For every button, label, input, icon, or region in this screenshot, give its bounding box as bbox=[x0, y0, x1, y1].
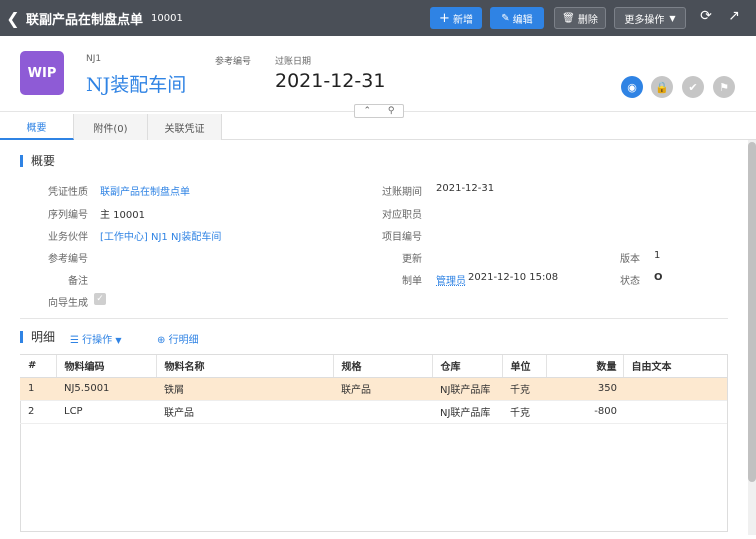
row-ops-menu[interactable]: ☰ 行操作 ▼ bbox=[70, 331, 122, 346]
back-icon[interactable]: ❮ bbox=[0, 9, 26, 28]
section-divider bbox=[20, 318, 728, 319]
post-date-label: 过账日期 bbox=[275, 57, 312, 67]
cell-free-text bbox=[623, 377, 727, 401]
more-actions-label: 更多操作 bbox=[624, 14, 665, 26]
wizard-checkbox: ✓ bbox=[94, 293, 106, 305]
row-detail-button[interactable]: ⊕ 行明细 bbox=[157, 331, 199, 346]
doc-number: 10001 bbox=[151, 12, 183, 24]
cell-free-text bbox=[623, 400, 727, 424]
cell-unit: 千克 bbox=[502, 377, 546, 401]
cell-spec: 联产品 bbox=[333, 377, 432, 401]
cell-spec bbox=[333, 400, 432, 424]
partner-value[interactable]: [工作中心] NJ1 NJ装配车间 bbox=[100, 228, 221, 243]
refresh-icon[interactable]: ⟳ bbox=[696, 8, 716, 28]
cell-item-name: 铁屑 bbox=[156, 377, 333, 401]
caret-down-icon: ▼ bbox=[669, 13, 676, 23]
maker-label: 制单 bbox=[402, 276, 422, 287]
serial-label: 序列编号 bbox=[48, 210, 88, 221]
cell-index: 1 bbox=[20, 377, 56, 401]
table-row[interactable]: 2 LCP 联产品 NJ联产品库 千克 -800 bbox=[20, 400, 727, 424]
ref-no-field-label: 参考编号 bbox=[48, 254, 88, 265]
cell-index: 2 bbox=[20, 400, 56, 424]
open-external-icon[interactable]: ↗ bbox=[724, 8, 744, 28]
check-icon[interactable]: ✔ bbox=[682, 76, 704, 98]
more-actions-button[interactable]: 更多操作 ▼ bbox=[614, 7, 686, 29]
lock-icon[interactable]: 🔒 bbox=[651, 76, 673, 98]
header-code: NJ1 bbox=[86, 54, 102, 64]
flag-icon[interactable]: ⚑ bbox=[713, 76, 735, 98]
plus-icon: + bbox=[439, 10, 450, 26]
tab-attachments[interactable]: 附件(0) bbox=[74, 114, 148, 140]
serial-value: 主 10001 bbox=[100, 210, 145, 221]
tab-summary[interactable]: 概要 bbox=[0, 114, 74, 140]
avatar: WIP bbox=[20, 51, 64, 95]
note-label: 备注 bbox=[68, 276, 88, 287]
period-value: 2021-12-31 bbox=[436, 183, 495, 194]
maker-value[interactable]: 管理员 bbox=[436, 272, 466, 287]
summary-section-title: 概要 bbox=[20, 155, 55, 167]
delete-button[interactable]: 🗑 删除 bbox=[554, 7, 606, 29]
col-item-code[interactable]: 物料编码 bbox=[56, 355, 157, 378]
zoom-in-icon: ⊕ bbox=[157, 335, 166, 346]
voucher-type-label: 凭证性质 bbox=[48, 187, 88, 198]
project-label: 项目编号 bbox=[382, 232, 422, 243]
voucher-type-value[interactable]: 联副产品在制盘点单 bbox=[100, 183, 190, 198]
detail-section-title: 明细 bbox=[20, 331, 55, 343]
top-bar: ❮ 联副产品在制盘点单 10001 + 新增 ✎ 编辑 🗑 删除 更多操作 ▼ … bbox=[0, 0, 756, 36]
col-warehouse[interactable]: 仓库 bbox=[432, 355, 503, 378]
row-ops-label: 行操作 bbox=[82, 335, 113, 346]
cell-warehouse: NJ联产品库 bbox=[432, 377, 502, 401]
delete-button-label: 删除 bbox=[577, 14, 598, 26]
cell-quantity: -800 bbox=[546, 400, 623, 424]
cell-unit: 千克 bbox=[502, 400, 546, 424]
detail-table: # 物料编码 物料名称 规格 仓库 单位 数量 自由文本 1 NJ5.5001 … bbox=[20, 355, 727, 424]
new-button[interactable]: + 新增 bbox=[430, 7, 482, 29]
col-unit[interactable]: 单位 bbox=[502, 355, 547, 378]
tab-bar: 概要 附件(0) 关联凭证 bbox=[0, 114, 756, 140]
new-button-label: 新增 bbox=[452, 14, 473, 26]
trash-icon: 🗑 bbox=[562, 12, 575, 24]
col-spec[interactable]: 规格 bbox=[333, 355, 433, 378]
cell-item-code[interactable]: NJ5.5001 bbox=[56, 377, 156, 401]
version-value: 1 bbox=[654, 250, 661, 261]
cell-warehouse: NJ联产品库 bbox=[432, 400, 502, 424]
row-detail-label: 行明细 bbox=[168, 335, 199, 346]
edit-button-label: 编辑 bbox=[512, 14, 533, 26]
version-label: 版本 bbox=[620, 254, 640, 265]
period-label: 过账期间 bbox=[382, 187, 422, 198]
page-title: 联副产品在制盘点单 bbox=[26, 12, 144, 28]
tab-related-vouchers[interactable]: 关联凭证 bbox=[148, 114, 222, 140]
partner-label: 业务伙伴 bbox=[48, 232, 88, 243]
col-free-text[interactable]: 自由文本 bbox=[623, 355, 727, 378]
post-date-value: 2021-12-31 bbox=[275, 70, 386, 92]
col-index[interactable]: # bbox=[20, 355, 57, 378]
wizard-label: 向导生成 bbox=[48, 298, 88, 309]
cell-item-code[interactable]: LCP bbox=[56, 400, 156, 424]
document-header: WIP NJ1 NJ装配车间 参考编号 过账日期 2021-12-31 ◉ 🔒 … bbox=[0, 36, 756, 114]
cell-item-name: 联产品 bbox=[156, 400, 333, 424]
col-item-name[interactable]: 物料名称 bbox=[156, 355, 334, 378]
list-icon: ☰ bbox=[70, 335, 79, 346]
update-label: 更新 bbox=[402, 254, 422, 265]
status-label: 状态 bbox=[620, 276, 640, 287]
ref-no-label: 参考编号 bbox=[215, 57, 252, 67]
cell-quantity: 350 bbox=[546, 377, 623, 401]
edit-button[interactable]: ✎ 编辑 bbox=[490, 7, 544, 29]
status-open-icon[interactable]: ◉ bbox=[621, 76, 643, 98]
maker-time: 2021-12-10 15:08 bbox=[468, 272, 559, 283]
status-value: O bbox=[654, 272, 663, 283]
staff-label: 对应职员 bbox=[382, 210, 422, 221]
header-name: NJ装配车间 bbox=[86, 74, 187, 96]
caret-down-icon: ▼ bbox=[115, 336, 122, 345]
col-quantity[interactable]: 数量 bbox=[546, 355, 624, 378]
table-row[interactable]: 1 NJ5.5001 铁屑 联产品 NJ联产品库 千克 350 bbox=[20, 377, 727, 401]
scrollbar-thumb[interactable] bbox=[748, 142, 756, 482]
edit-icon: ✎ bbox=[501, 12, 510, 24]
